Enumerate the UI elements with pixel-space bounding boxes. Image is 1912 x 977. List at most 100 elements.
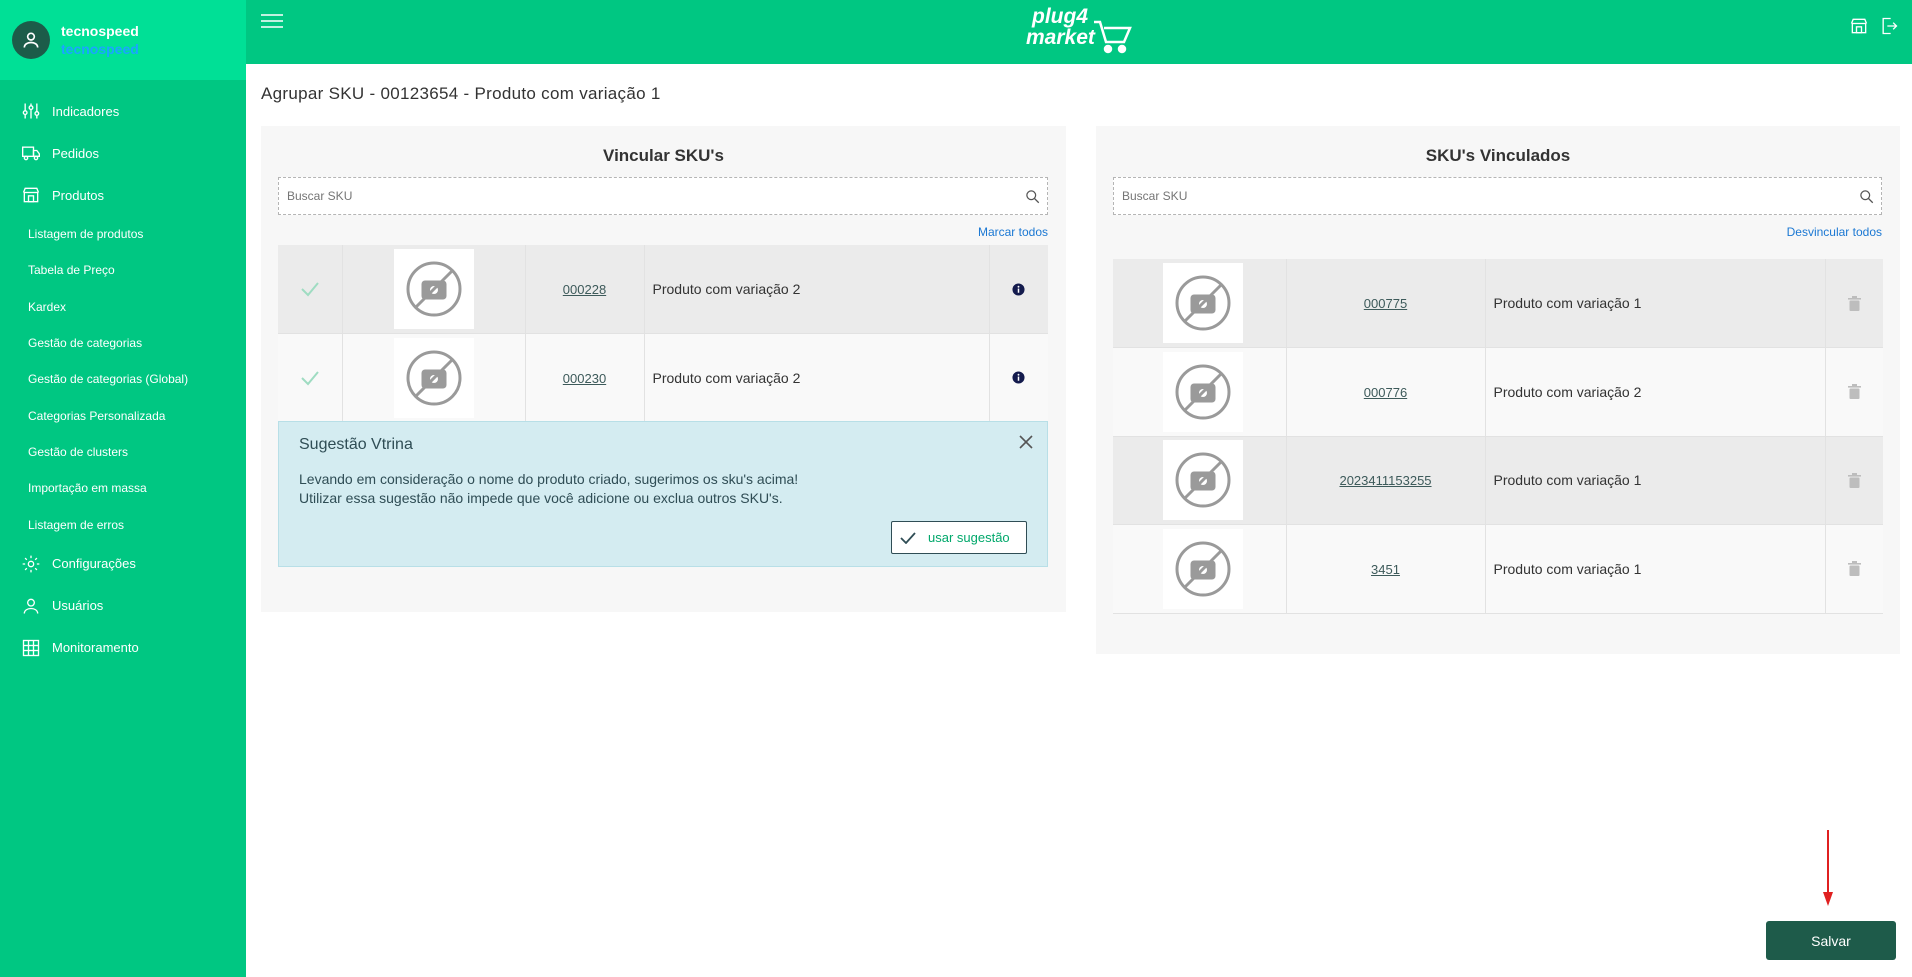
sidebar-user-header: tecnospeed tecnospeed xyxy=(0,0,246,80)
table-row[interactable]: 2023411153255 Produto com variação 1 xyxy=(1113,436,1883,525)
search-box xyxy=(1113,177,1882,215)
delete-cell xyxy=(1825,525,1883,614)
info-icon[interactable] xyxy=(990,371,1049,384)
sku-link[interactable]: 000230 xyxy=(563,371,606,386)
sidebar-item-pedidos[interactable]: Pedidos xyxy=(0,132,246,174)
product-name: Produto com variação 2 xyxy=(1485,347,1826,436)
delete-cell xyxy=(1825,259,1883,348)
search-icon[interactable] xyxy=(1851,189,1881,204)
sidebar-item-produtos[interactable]: Produtos xyxy=(0,174,246,216)
thumbnail-cell xyxy=(1113,436,1287,525)
search-box xyxy=(278,177,1048,215)
sliders-icon xyxy=(20,100,42,122)
product-name: Produto com variação 1 xyxy=(1485,259,1826,348)
gear-icon xyxy=(20,553,42,575)
sku-cell: 000776 xyxy=(1286,347,1486,436)
thumbnail-cell xyxy=(1113,524,1287,613)
hamburger-menu-icon[interactable] xyxy=(261,13,283,31)
usar-sugestao-button[interactable]: usar sugestão xyxy=(891,521,1027,554)
submenu-categorias-personalizada[interactable]: Categorias Personalizada xyxy=(0,397,246,433)
logout-icon[interactable] xyxy=(1878,15,1900,37)
trash-icon[interactable] xyxy=(1826,295,1884,311)
user-company: tecnospeed xyxy=(61,41,139,57)
sidebar-item-usuarios[interactable]: Usuários xyxy=(0,585,246,627)
sidebar-menu: Indicadores Pedidos Produtos Listagem de… xyxy=(0,90,246,669)
table-row[interactable]: 000775 Produto com variação 1 xyxy=(1113,259,1883,348)
thumbnail-cell xyxy=(1113,259,1287,348)
search-input[interactable] xyxy=(279,178,1017,214)
sku-cell: 000228 xyxy=(525,245,645,334)
submenu-listagem-produtos[interactable]: Listagem de produtos xyxy=(0,216,246,252)
no-image-icon xyxy=(1163,440,1243,521)
delete-cell xyxy=(1825,348,1883,437)
page-title: Agrupar SKU - 00123654 - Produto com var… xyxy=(261,84,661,103)
trash-icon[interactable] xyxy=(1826,472,1884,488)
sku-link[interactable]: 000228 xyxy=(563,282,606,297)
submenu-importacao-massa[interactable]: Importação em massa xyxy=(0,470,246,506)
product-name: Produto com variação 1 xyxy=(1485,436,1826,525)
info-cell xyxy=(989,334,1048,423)
check-icon[interactable] xyxy=(278,370,342,386)
sidebar-item-indicadores[interactable]: Indicadores xyxy=(0,90,246,132)
submenu-gestao-clusters[interactable]: Gestão de clusters xyxy=(0,434,246,470)
trash-icon[interactable] xyxy=(1826,561,1884,577)
search-icon[interactable] xyxy=(1017,189,1047,204)
sidebar: tecnospeed tecnospeed Indicadores Pedido… xyxy=(0,0,246,977)
submenu-gestao-categorias[interactable]: Gestão de categorias xyxy=(0,325,246,361)
submenu-kardex[interactable]: Kardex xyxy=(0,289,246,325)
truck-icon xyxy=(20,142,42,164)
save-button[interactable]: Salvar xyxy=(1766,921,1896,960)
logo-line1: plug4 xyxy=(1032,5,1088,28)
product-name: Produto com variação 1 xyxy=(1485,524,1826,613)
trash-icon[interactable] xyxy=(1826,384,1884,400)
alert-message-line2: Utilizar essa sugestão não impede que vo… xyxy=(299,490,783,506)
vincular-skus-panel: Vincular SKU's Marcar todos 000228 Produ… xyxy=(261,126,1066,612)
sku-cell: 000775 xyxy=(1286,259,1486,348)
submenu-gestao-categorias-global[interactable]: Gestão de categorias (Global) xyxy=(0,361,246,397)
product-name: Produto com variação 2 xyxy=(644,333,990,422)
table-row[interactable]: 000776 Produto com variação 2 xyxy=(1113,347,1883,437)
sku-link[interactable]: 3451 xyxy=(1371,562,1400,577)
delete-cell xyxy=(1825,436,1883,525)
product-name: Produto com variação 2 xyxy=(644,245,990,334)
sidebar-item-monitoramento[interactable]: Monitoramento xyxy=(0,627,246,669)
sidebar-item-configuracoes[interactable]: Configurações xyxy=(0,543,246,585)
submenu-tabela-preco[interactable]: Tabela de Preço xyxy=(0,252,246,288)
user-icon xyxy=(23,32,39,48)
store-icon[interactable] xyxy=(1848,15,1870,37)
user-name: tecnospeed xyxy=(61,23,139,39)
no-image-icon xyxy=(393,337,474,418)
panel-title: SKU's Vinculados xyxy=(1425,146,1571,165)
check-icon xyxy=(900,531,916,544)
suggestion-alert: Sugestão Vtrina Levando em consideração … xyxy=(278,421,1048,567)
sku-cell: 2023411153255 xyxy=(1286,436,1486,525)
alert-message-line1: Levando em consideração o nome do produt… xyxy=(299,471,799,487)
no-image-icon xyxy=(393,249,474,329)
info-icon[interactable] xyxy=(990,282,1049,296)
check-icon[interactable] xyxy=(278,281,342,297)
table-row[interactable]: 3451 Produto com variação 1 xyxy=(1113,524,1883,614)
close-icon[interactable] xyxy=(1019,435,1035,451)
sku-cell: 000230 xyxy=(525,333,645,422)
sidebar-item-label: Produtos xyxy=(52,187,105,203)
red-arrow-annotation xyxy=(1823,830,1833,906)
search-input[interactable] xyxy=(1114,178,1851,214)
marcar-todos-link[interactable]: Marcar todos xyxy=(978,225,1048,239)
table-row[interactable]: 000230 Produto com variação 2 xyxy=(278,333,1048,423)
plug4market-logo: plug4 market xyxy=(1026,6,1136,58)
submenu-listagem-erros[interactable]: Listagem de erros xyxy=(0,506,246,542)
table-row[interactable]: 000228 Produto com variação 2 xyxy=(278,245,1048,334)
sku-link[interactable]: 2023411153255 xyxy=(1339,473,1431,488)
cart-icon xyxy=(1094,20,1132,54)
select-cell[interactable] xyxy=(278,333,343,422)
avatar[interactable] xyxy=(12,21,50,59)
sku-link[interactable]: 000775 xyxy=(1364,296,1407,311)
sku-cell: 3451 xyxy=(1286,524,1486,613)
select-cell[interactable] xyxy=(278,245,343,334)
no-image-icon xyxy=(1163,263,1243,343)
desvincular-todos-link[interactable]: Desvincular todos xyxy=(1787,225,1882,239)
vinculados-sku-table: 000775 Produto com variação 1 000776 Pro… xyxy=(1113,259,1883,614)
thumbnail-cell xyxy=(342,245,526,334)
panel-title: Vincular SKU's xyxy=(603,146,724,165)
sku-link[interactable]: 000776 xyxy=(1364,385,1407,400)
